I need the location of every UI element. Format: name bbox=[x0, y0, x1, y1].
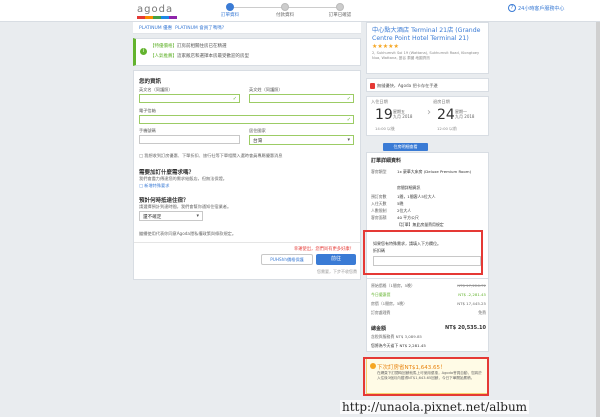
detail-row: 入住天數 5晚 bbox=[371, 201, 404, 206]
cancellation-policy-link[interactable]: 【訂單】無此房量費用規定 bbox=[397, 222, 444, 228]
price-row: 訂房處理費 免費 bbox=[371, 310, 486, 315]
agoda-logo[interactable]: agoda bbox=[137, 4, 173, 15]
price-protect-button[interactable]: PUHShh價格保護 bbox=[261, 254, 313, 265]
highlight-row-1: 【特優價格】訂房前相關住房已在精選 bbox=[150, 44, 227, 49]
guest-form: 您的資訊 英文名（同護照） ✓ 英文姓（同護照） ✓ 電子信箱 ✓ 手機號碼 居… bbox=[133, 70, 361, 280]
details-title: 訂單詳細資料 bbox=[371, 158, 402, 164]
room-detail-chip[interactable]: 住房明細查看 bbox=[383, 143, 428, 151]
tax-note: 含稅與服務費 NT$ 3,089.85 bbox=[371, 334, 422, 339]
chevron-down-icon: ▾ bbox=[347, 137, 350, 143]
first-name-label: 英文名（同護照） bbox=[139, 87, 173, 92]
savings-note: 您將為今天省下 NT$ 2,281.45 bbox=[371, 343, 426, 348]
detail-row: 客房類型 1x 豪華大床房 (Deluxe Premium Room) bbox=[371, 169, 472, 174]
price-row: 原始價格（1間房，5晚） NT$ 17,226.72 bbox=[371, 283, 486, 288]
special-request-title: 需要加訂什麼需求嗎？ bbox=[139, 170, 195, 176]
checkout-day: 24 bbox=[437, 107, 455, 123]
phone-input[interactable] bbox=[139, 135, 240, 144]
top-bar: agoda 訂單資料 付款資料 訂單已確認 ? 24小時客戶服務中心 bbox=[0, 0, 600, 22]
help-link[interactable]: ? 24小時客戶服務中心 bbox=[508, 4, 564, 12]
arrival-note: 請選擇預計到達時間，我們會幫你通知住宿業者。 bbox=[139, 204, 232, 209]
check-icon: ✓ bbox=[346, 96, 351, 102]
checkout-time: 12:00 以前 bbox=[437, 126, 457, 131]
highlight-box: i 【特優價格】訂房前相關住房已在精選 【人氣推薦】這家飯店和選擇本房最受歡迎的… bbox=[133, 38, 361, 66]
progress-steps: 訂單資料 付款資料 訂單已確認 bbox=[200, 3, 370, 19]
lock-icon bbox=[370, 83, 375, 89]
phone-label: 手機號碼 bbox=[139, 128, 156, 133]
step-dot-icon bbox=[336, 3, 344, 11]
price-row: 今日優惠價 NT$ -2,281.45 bbox=[371, 292, 486, 297]
checkout-weekday: 星期一 九月 2018 bbox=[455, 109, 475, 119]
email-input[interactable]: ✓ bbox=[139, 115, 354, 124]
checkout-block: 退房日期 24 星期一 九月 2018 12:00 以前 bbox=[433, 99, 475, 131]
total-price: 總金額 NT$ 20,535.10 bbox=[371, 325, 486, 332]
detail-row: 人數限制 2位大人 bbox=[371, 208, 412, 213]
page-scrollbar[interactable] bbox=[596, 22, 600, 417]
highlight-row-2: 【人氣推薦】這家飯店和選擇本房最受歡迎的房型 bbox=[150, 54, 249, 59]
special-request-note: 我們會盡力傳達您的需求給飯店，但無法保證。 bbox=[139, 176, 227, 181]
country-label: 居住國家 bbox=[249, 128, 266, 133]
first-name-input[interactable]: ✓ bbox=[139, 94, 240, 103]
next-button[interactable]: 前往 bbox=[316, 254, 356, 265]
watermark-text: http://unaola.pixnet.net/album bbox=[340, 400, 530, 414]
secure-booking-note: 無縫優快，Agoda 把卡存在手邊 bbox=[366, 78, 489, 92]
form-title: 您的資訊 bbox=[139, 79, 162, 85]
info-bar: PLATINUM 優惠 PLATINUM 會員了嗎嗎? bbox=[133, 22, 361, 34]
terms-note: 繼續使用代表你同意Agoda隱私權政策與條款規定。 bbox=[139, 231, 237, 236]
hotel-address: 2, Sukhumvit Soi 19 (Wattana), Sukhumvit… bbox=[372, 51, 480, 60]
price-row: 房價（1間房，5晚） NT$ 17,445.25 bbox=[371, 301, 486, 306]
star-rating: ★★★★★ bbox=[372, 43, 399, 50]
step-booking-details: 訂單資料 bbox=[200, 3, 260, 18]
step-dot-icon bbox=[281, 3, 289, 11]
detail-row: 客房面積 40 平方公尺 bbox=[371, 215, 419, 220]
checkin-day: 19 bbox=[375, 107, 393, 123]
hotel-name[interactable]: 中心點大酒店 Terminal 21店 (Grande Centre Point… bbox=[367, 23, 488, 43]
last-name-label: 英文姓（同護照） bbox=[249, 87, 283, 92]
newsletter-checkbox[interactable]: □ 我想收到訂房優惠、下單折扣、旅行社等下單相關入選時會員專屬優惠消息 bbox=[139, 153, 282, 159]
check-icon: ✓ bbox=[346, 117, 351, 123]
country-select[interactable]: 台灣 ▾ bbox=[249, 135, 354, 145]
form-actions: 幸運使出，您們尚有更多好康！ PUHShh價格保護 前往 您需要，下步不收您費 bbox=[134, 242, 360, 280]
step-payment: 付款資料 bbox=[255, 3, 315, 18]
checkin-weekday: 星期五 九月 2018 bbox=[393, 109, 413, 119]
arrival-time-select[interactable]: 還不確定 ▾ bbox=[139, 211, 203, 221]
chevron-down-icon: ▾ bbox=[196, 213, 199, 219]
info-link-2[interactable]: PLATINUM 會員了嗎嗎? bbox=[175, 25, 224, 31]
highlight-frame bbox=[363, 230, 483, 275]
headset-icon: ? bbox=[508, 4, 516, 12]
email-label: 電子信箱 bbox=[139, 108, 156, 113]
next-note: 您需要，下步不收您費 bbox=[317, 269, 357, 274]
highlight-frame bbox=[363, 357, 489, 396]
detail-row: 房間詳細資訊 bbox=[371, 185, 486, 191]
detail-row: 【訂單】無此房量費用規定 bbox=[371, 222, 486, 228]
checkin-block: 入住日期 19 星期五 九月 2018 14:00 以後 bbox=[371, 99, 413, 131]
check-icon: ✓ bbox=[232, 96, 237, 102]
warning-text: 幸運使出，您們尚有更多好康！ bbox=[293, 247, 354, 252]
info-link-1[interactable]: PLATINUM 優惠 bbox=[139, 25, 172, 31]
add-special-request-link[interactable]: □ 新增特殊要求 bbox=[139, 183, 169, 189]
arrow-right-icon: › bbox=[427, 107, 431, 118]
stay-dates: 入住日期 19 星期五 九月 2018 14:00 以後 › 退房日期 24 星… bbox=[366, 96, 489, 136]
price-summary: 原始價格（1間房，5晚） NT$ 17,226.72 今日優惠價 NT$ -2,28… bbox=[366, 278, 489, 352]
booking-details: 訂單詳細資料 客房類型 1x 豪華大床房 (Deluxe Premium Room… bbox=[366, 152, 489, 232]
room-info-link[interactable]: 房間詳細資訊 bbox=[397, 185, 420, 191]
checkin-time: 14:00 以後 bbox=[375, 126, 395, 131]
arrival-title: 預計何時抵達住宿？ bbox=[139, 198, 189, 204]
step-dot-icon bbox=[226, 3, 234, 11]
info-icon: i bbox=[140, 48, 147, 55]
step-confirmed: 訂單已確認 bbox=[310, 3, 370, 18]
detail-row: 預訂房數 1間，1間客人5位大人 bbox=[371, 194, 436, 199]
logo-color-dots bbox=[137, 16, 177, 19]
hotel-card: 中心點大酒店 Terminal 21店 (Grande Centre Point… bbox=[366, 22, 489, 74]
last-name-input[interactable]: ✓ bbox=[249, 94, 354, 103]
